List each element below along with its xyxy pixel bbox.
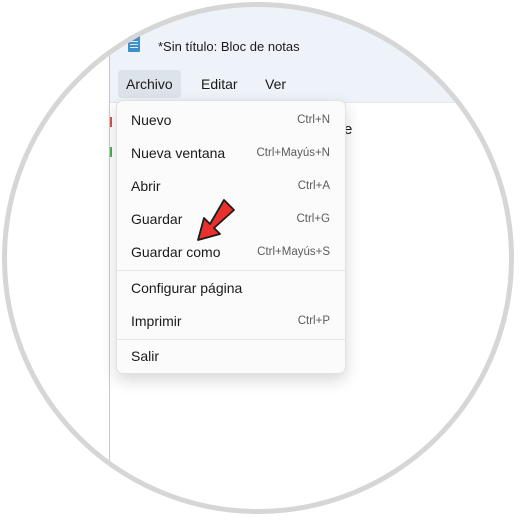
menu-item-shortcut: Ctrl+Mayús+S [257, 246, 330, 258]
menu-editar[interactable]: Editar [193, 70, 246, 98]
menu-item-nueva-ventana[interactable]: Nueva ventana Ctrl+Mayús+N [121, 139, 341, 169]
menu-separator [117, 339, 345, 340]
menu-item-label: Abrir [131, 178, 161, 194]
menu-item-salir[interactable]: Salir [121, 342, 341, 372]
notepad-icon [128, 35, 140, 52]
menu-item-shortcut: Ctrl+Mayús+N [256, 147, 331, 159]
menu-separator [117, 270, 345, 271]
menu-item-configurar-pagina[interactable]: Configurar página [121, 274, 341, 304]
menu-bar: Archivo Editar Ver [110, 66, 514, 103]
title-bar: *Sin título: Bloc de notas [110, 2, 514, 66]
green-marker [110, 147, 112, 157]
circular-frame: *Sin título: Bloc de notas Archivo Edita… [2, 2, 514, 514]
menu-item-shortcut: Ctrl+G [296, 213, 330, 225]
menu-archivo[interactable]: Archivo [118, 70, 181, 98]
menu-item-label: Nueva ventana [131, 145, 226, 161]
menu-item-shortcut: Ctrl+A [297, 180, 330, 192]
menu-item-shortcut: Ctrl+N [297, 114, 330, 126]
menu-ver[interactable]: Ver [257, 70, 294, 98]
menu-item-label: Guardar [131, 211, 183, 227]
menu-item-label: Imprimir [131, 313, 182, 329]
menu-item-label: Salir [131, 348, 160, 364]
red-arrow-icon [197, 199, 235, 241]
menu-item-nuevo[interactable]: Nuevo Ctrl+N [121, 106, 341, 136]
menu-item-label: Configurar página [131, 280, 243, 296]
window-title: *Sin título: Bloc de notas [158, 39, 300, 54]
menu-item-label: Nuevo [131, 112, 172, 128]
menu-item-shortcut: Ctrl+P [297, 315, 330, 327]
red-marker [110, 117, 112, 127]
menu-item-imprimir[interactable]: Imprimir Ctrl+P [121, 307, 341, 337]
